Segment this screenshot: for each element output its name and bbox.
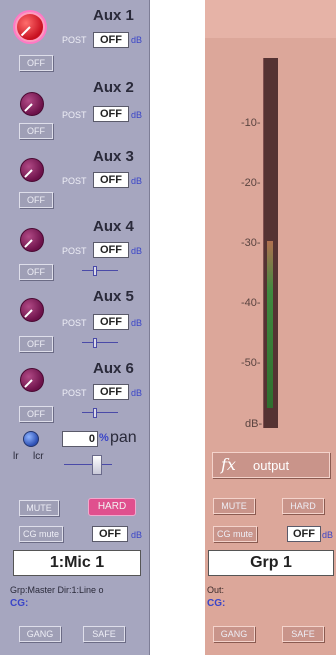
aux-4-pan-slider[interactable]: [82, 266, 118, 276]
aux-2-post-label[interactable]: POST: [62, 110, 87, 120]
aux-4-label: Aux 4: [93, 218, 134, 235]
fx-output-button[interactable]: fx output: [212, 452, 330, 478]
pan-left-label: lr: [13, 451, 19, 462]
aux-1-post-label[interactable]: POST: [62, 35, 87, 45]
aux-3-level-field[interactable]: OFF: [93, 172, 129, 188]
aux-2-level-field[interactable]: OFF: [93, 106, 129, 122]
group-cg-label: CG:: [207, 598, 226, 609]
aux-5-send-knob[interactable]: [20, 298, 44, 322]
aux-1-off-button[interactable]: OFF: [19, 55, 53, 71]
aux-6-post-label[interactable]: POST: [62, 388, 87, 398]
aux-5-post-label[interactable]: POST: [62, 318, 87, 328]
aux-4-send-knob[interactable]: [20, 228, 44, 252]
aux-1-send-knob[interactable]: [15, 12, 45, 42]
aux-2-send-knob[interactable]: [20, 92, 44, 116]
output-level-meter: [263, 58, 278, 428]
aux-3-send-knob[interactable]: [20, 158, 44, 182]
group-safe-button[interactable]: SAFE: [282, 626, 324, 642]
aux-2-off-button[interactable]: OFF: [19, 123, 53, 139]
aux-6-off-button[interactable]: OFF: [19, 406, 53, 422]
aux-6-send-knob[interactable]: [20, 368, 44, 392]
group-name-field[interactable]: Grp 1: [208, 550, 334, 576]
meter-scale-10: -10-: [241, 117, 261, 129]
cg-db-unit: dB: [131, 530, 143, 540]
out-label: Out:: [207, 585, 225, 595]
meter-scale-30: -30-: [241, 237, 261, 249]
aux-6-level-field[interactable]: OFF: [93, 384, 129, 400]
fx-output-label: output: [253, 458, 290, 473]
aux-6-pan-slider[interactable]: [82, 408, 118, 418]
aux-1-level-field[interactable]: OFF: [93, 32, 129, 48]
aux-5-off-button[interactable]: OFF: [19, 336, 53, 352]
pan-fader-handle[interactable]: [92, 455, 102, 475]
pan-lcr-label: lcr: [33, 451, 44, 462]
group-mute-button[interactable]: MUTE: [213, 498, 255, 514]
group-output-strip: -10- -20- -30- -40- -50- dB- fx output M…: [205, 0, 336, 655]
group-cg-db-unit: dB: [322, 530, 334, 540]
aux-3-post-label[interactable]: POST: [62, 176, 87, 186]
pan-label: pan: [110, 429, 137, 446]
gang-button[interactable]: GANG: [19, 626, 61, 642]
aux-2-db-unit: dB: [131, 110, 143, 120]
pan-knob[interactable]: [23, 431, 39, 447]
aux-3-off-button[interactable]: OFF: [19, 192, 53, 208]
meter-scale-db: dB-: [245, 418, 263, 430]
meter-scale-20: -20-: [241, 177, 261, 189]
pan-percent-unit: %: [99, 432, 109, 444]
aux-3-db-unit: dB: [131, 176, 143, 186]
aux-6-db-unit: dB: [131, 388, 143, 398]
aux-4-post-label[interactable]: POST: [62, 246, 87, 256]
pan-value-field[interactable]: 0: [62, 431, 98, 447]
group-cg-mute-button[interactable]: CG mute: [213, 526, 257, 542]
group-hard-button[interactable]: HARD: [282, 498, 324, 514]
group-gang-button[interactable]: GANG: [213, 626, 255, 642]
aux-1-db-unit: dB: [131, 35, 143, 45]
meter-scale-50: -50-: [241, 357, 261, 369]
strip-header-band: [205, 0, 336, 38]
routing-info: Grp:Master Dir:1:Line o: [10, 585, 104, 595]
group-cg-level-field[interactable]: OFF: [287, 526, 321, 542]
mute-button[interactable]: MUTE: [19, 500, 59, 516]
cg-label: CG:: [10, 598, 29, 609]
aux-5-label: Aux 5: [93, 288, 134, 305]
aux-4-off-button[interactable]: OFF: [19, 264, 53, 280]
hard-button[interactable]: HARD: [88, 498, 136, 516]
meter-level-fill: [267, 241, 273, 408]
aux-6-label: Aux 6: [93, 360, 134, 377]
input-channel-strip: Aux 1 POST OFF dB OFF Aux 2 POST OFF dB …: [0, 0, 150, 655]
aux-1-label: Aux 1: [93, 7, 134, 24]
aux-2-label: Aux 2: [93, 79, 134, 96]
meter-scale-40: -40-: [241, 297, 261, 309]
fx-icon: fx: [221, 455, 236, 474]
cg-mute-button[interactable]: CG mute: [19, 526, 63, 542]
channel-name-field[interactable]: 1:Mic 1: [13, 550, 141, 576]
aux-4-level-field[interactable]: OFF: [93, 242, 129, 258]
pan-fader-track: [64, 464, 112, 465]
cg-level-field[interactable]: OFF: [92, 526, 128, 542]
aux-3-label: Aux 3: [93, 148, 134, 165]
aux-5-pan-slider[interactable]: [82, 338, 118, 348]
safe-button[interactable]: SAFE: [83, 626, 125, 642]
aux-4-db-unit: dB: [131, 246, 143, 256]
aux-5-level-field[interactable]: OFF: [93, 314, 129, 330]
aux-5-db-unit: dB: [131, 318, 143, 328]
